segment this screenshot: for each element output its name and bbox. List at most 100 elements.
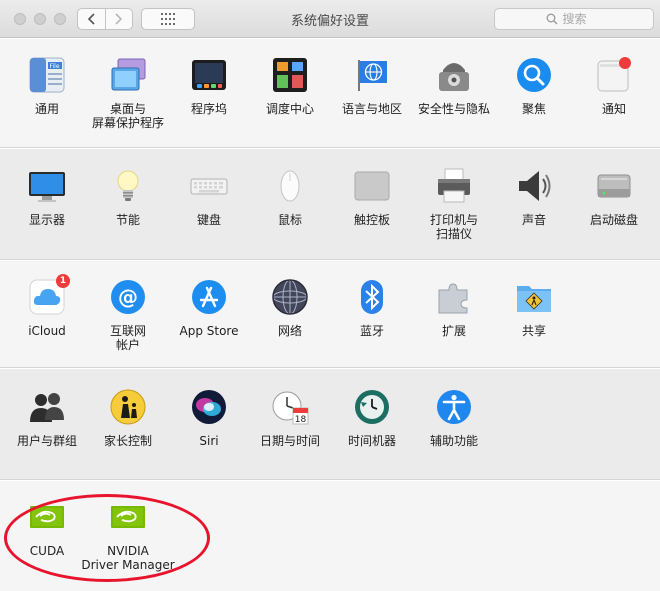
pref-pane-label: iCloud xyxy=(28,324,66,338)
pref-pane-date-time[interactable]: 18 日期与时间 xyxy=(249,388,331,448)
minimize-window-button[interactable] xyxy=(34,13,46,25)
chevron-left-icon xyxy=(87,13,95,25)
notifications-icon xyxy=(595,56,633,94)
pref-pane-displays[interactable]: 显示器 xyxy=(6,167,88,227)
pref-pane-label: 语言与地区 xyxy=(341,102,402,116)
pref-pane-label: 通知 xyxy=(601,102,626,116)
navigation-buttons xyxy=(77,8,133,30)
pref-pane-label: 声音 xyxy=(521,213,546,227)
pref-pane-label: 蓝牙 xyxy=(359,324,384,338)
pref-pane-label: 桌面与 屏幕保护程序 xyxy=(91,102,164,130)
forward-button[interactable] xyxy=(104,9,133,29)
pref-pane-bluetooth[interactable]: 蓝牙 xyxy=(331,278,413,338)
pref-pane-notifications[interactable]: 通知 xyxy=(573,56,655,116)
pref-pane-label: 网络 xyxy=(277,324,302,338)
pref-pane-startup-disk[interactable]: 启动磁盘 xyxy=(573,167,655,227)
startup-disk-icon xyxy=(595,167,633,205)
search-input[interactable] xyxy=(562,12,603,26)
pref-pane-label: 扩展 xyxy=(441,324,466,338)
pref-pane-label: 触控板 xyxy=(353,213,390,227)
general-icon: File xyxy=(28,56,66,94)
pref-pane-users-groups[interactable]: 用户与群组 xyxy=(6,388,88,448)
pref-pane-time-machine[interactable]: 时间机器 xyxy=(331,388,413,448)
pref-pane-desktop-screensaver[interactable]: 桌面与 屏幕保护程序 xyxy=(87,56,169,130)
pref-pane-label: 安全性与隐私 xyxy=(417,102,490,116)
language-region-icon xyxy=(353,56,391,94)
siri-icon xyxy=(190,388,228,426)
mouse-icon xyxy=(271,167,309,205)
search-icon xyxy=(546,13,557,25)
highlight-annotation-ellipse xyxy=(4,494,210,582)
pref-pane-label: Siri xyxy=(199,434,219,448)
pref-pane-siri[interactable]: Siri xyxy=(168,388,250,448)
search-field[interactable] xyxy=(494,8,654,30)
pref-pane-label: 打印机与 扫描仪 xyxy=(429,213,478,241)
pref-pane-label: 显示器 xyxy=(28,213,65,227)
pref-pane-parental-controls[interactable]: 家长控制 xyxy=(87,388,169,448)
pref-pane-label: 日期与时间 xyxy=(259,434,320,448)
pref-pane-label: 家长控制 xyxy=(103,434,152,448)
window-title: 系统偏好设置 xyxy=(290,14,369,29)
pref-pane-trackpad[interactable]: 触控板 xyxy=(331,167,413,227)
mission-control-icon xyxy=(271,56,309,94)
pref-pane-extensions[interactable]: 扩展 xyxy=(413,278,495,338)
pref-pane-security-privacy[interactable]: 安全性与隐私 xyxy=(413,56,495,116)
app-store-icon xyxy=(190,278,228,316)
zoom-window-button[interactable] xyxy=(54,13,66,25)
pref-pane-general[interactable]: File 通用 xyxy=(6,56,88,116)
pref-pane-label: App Store xyxy=(179,324,239,338)
pref-pane-label: 互联网 帐户 xyxy=(109,324,146,352)
pref-pane-label: 鼠标 xyxy=(277,213,302,227)
pref-pane-internet-accounts[interactable]: @ 互联网 帐户 xyxy=(87,278,169,352)
network-icon xyxy=(271,278,309,316)
pref-pane-label: 聚焦 xyxy=(521,102,546,116)
pref-pane-accessibility[interactable]: 辅助功能 xyxy=(413,388,495,448)
icloud-icon: 1 xyxy=(28,274,70,316)
pref-pane-label: 键盘 xyxy=(196,213,221,227)
pref-pane-mouse[interactable]: 鼠标 xyxy=(249,167,331,227)
pref-pane-app-store[interactable]: App Store xyxy=(168,278,250,338)
time-machine-icon xyxy=(353,388,391,426)
date-time-icon: 18 xyxy=(271,388,309,426)
svg-text:File: File xyxy=(50,63,60,70)
extensions-icon xyxy=(435,278,473,316)
close-window-button[interactable] xyxy=(14,13,26,25)
desktop-screensaver-icon xyxy=(109,56,147,94)
trackpad-icon xyxy=(353,167,391,205)
bluetooth-icon xyxy=(353,278,391,316)
notification-badge: 1 xyxy=(56,274,70,288)
pref-pane-icloud[interactable]: 1 iCloud xyxy=(6,274,88,338)
pref-pane-label: 程序坞 xyxy=(190,102,227,116)
dock-icon xyxy=(190,56,228,94)
pref-pane-label: 辅助功能 xyxy=(429,434,478,448)
pref-pane-mission-control[interactable]: 调度中心 xyxy=(249,56,331,116)
pref-pane-label: 启动磁盘 xyxy=(589,213,638,227)
accessibility-icon xyxy=(435,388,473,426)
spotlight-icon xyxy=(515,56,553,94)
pref-pane-label: 通用 xyxy=(34,102,59,116)
pref-pane-spotlight[interactable]: 聚焦 xyxy=(493,56,575,116)
pref-pane-network[interactable]: 网络 xyxy=(249,278,331,338)
pref-pane-keyboard[interactable]: 键盘 xyxy=(168,167,250,227)
internet-accounts-icon: @ xyxy=(109,278,147,316)
sharing-icon xyxy=(515,278,553,316)
back-button[interactable] xyxy=(78,9,105,29)
pref-pane-printers-scanners[interactable]: 打印机与 扫描仪 xyxy=(413,167,495,241)
pref-pane-dock[interactable]: 程序坞 xyxy=(168,56,250,116)
pref-pane-energy-saver[interactable]: 节能 xyxy=(87,167,169,227)
grid-icon xyxy=(161,13,175,25)
pref-pane-label: 用户与群组 xyxy=(16,434,77,448)
calendar-day-text: 18 xyxy=(295,415,307,425)
sound-icon xyxy=(515,167,553,205)
security-privacy-icon xyxy=(435,56,473,94)
keyboard-icon xyxy=(190,167,228,205)
pref-pane-sound[interactable]: 声音 xyxy=(493,167,575,227)
pref-pane-label: 时间机器 xyxy=(347,434,396,448)
pref-pane-language-region[interactable]: 语言与地区 xyxy=(331,56,413,116)
parental-controls-icon xyxy=(109,388,147,426)
window-titlebar: 系统偏好设置 xyxy=(0,0,660,38)
printers-scanners-icon xyxy=(435,167,473,205)
pref-pane-sharing[interactable]: 共享 xyxy=(493,278,575,338)
show-all-button[interactable] xyxy=(141,8,195,30)
users-groups-icon xyxy=(28,388,66,426)
